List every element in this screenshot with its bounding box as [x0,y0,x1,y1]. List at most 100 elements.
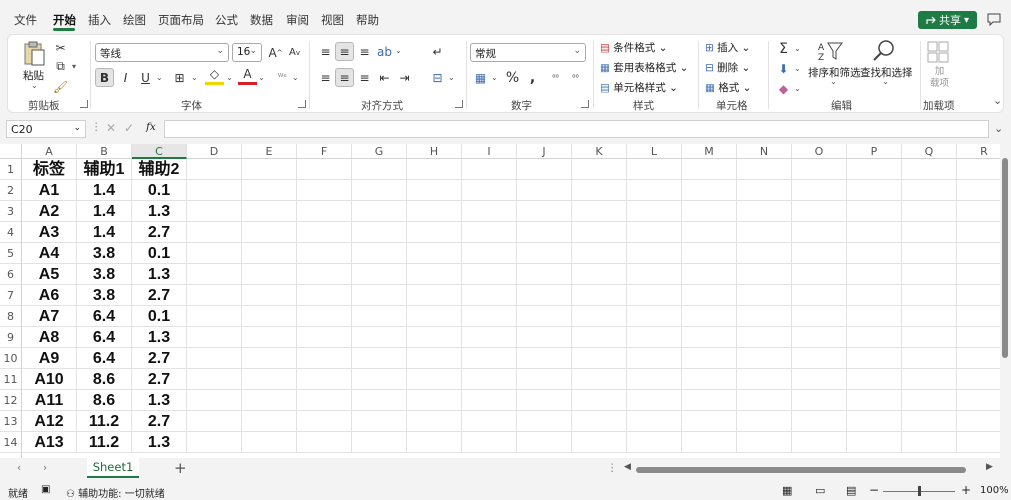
cell-l9[interactable] [627,327,682,348]
normal-view-icon[interactable]: ▦ [782,484,792,497]
cell-p14[interactable] [847,432,902,453]
cell-q10[interactable] [902,348,957,369]
column-header-f[interactable]: F [297,144,352,159]
tab-draw[interactable]: 绘图 [123,12,146,28]
collapse-ribbon-icon[interactable]: ⌄ [993,94,1002,107]
cell-i1[interactable] [462,159,517,180]
cell-o12[interactable] [792,390,847,411]
cell-f14[interactable] [297,432,352,453]
cell-h7[interactable] [407,285,462,306]
cell-c10[interactable]: 2.7 [132,348,187,369]
sort-filter-icon[interactable]: AZ [818,40,844,62]
cell-g14[interactable] [352,432,407,453]
cell-l12[interactable] [627,390,682,411]
font-size-select[interactable]: 16 ⌄ [232,43,262,62]
cell-o6[interactable] [792,264,847,285]
cell-d4[interactable] [187,222,242,243]
increase-decimal-icon[interactable]: ⁰⁰ [546,68,565,87]
align-bottom-icon[interactable]: ≡ [355,42,374,61]
cell-h10[interactable] [407,348,462,369]
confirm-icon[interactable]: ✓ [124,121,134,135]
wrap-text-icon[interactable]: ↵ [428,42,447,61]
cell-b5[interactable]: 3.8 [77,243,132,264]
cell-h3[interactable] [407,201,462,222]
cell-d1[interactable] [187,159,242,180]
cell-i3[interactable] [462,201,517,222]
cell-k6[interactable] [572,264,627,285]
conditional-format-button[interactable]: ▤ 条件格式 ⌄ [600,40,667,55]
format-painter-icon[interactable]: 🖌 [51,77,70,96]
cell-k2[interactable] [572,180,627,201]
cell-j7[interactable] [517,285,572,306]
cell-i7[interactable] [462,285,517,306]
cell-c1[interactable]: 辅助2 [132,159,187,180]
more-icon[interactable]: ⋮ [91,121,102,133]
cell-k4[interactable] [572,222,627,243]
comment-icon[interactable] [986,11,1002,27]
cell-e7[interactable] [242,285,297,306]
cell-q12[interactable] [902,390,957,411]
zoom-out-button[interactable]: − [869,483,879,497]
cell-m11[interactable] [682,369,737,390]
fill-icon[interactable]: ⬇ [774,59,793,78]
expand-formula-icon[interactable]: ⌄ [994,122,1003,135]
cell-g8[interactable] [352,306,407,327]
accounting-format-icon[interactable]: ▦ [471,68,490,87]
cell-o1[interactable] [792,159,847,180]
cell-o8[interactable] [792,306,847,327]
cell-k3[interactable] [572,201,627,222]
cell-f13[interactable] [297,411,352,432]
cell-g5[interactable] [352,243,407,264]
cell-d9[interactable] [187,327,242,348]
cell-m5[interactable] [682,243,737,264]
cell-c11[interactable]: 2.7 [132,369,187,390]
cell-h8[interactable] [407,306,462,327]
cell-a1[interactable]: 标签 [22,159,77,180]
cell-q1[interactable] [902,159,957,180]
cell-d7[interactable] [187,285,242,306]
more-options-icon[interactable]: ⋮ [607,462,618,474]
column-header-o[interactable]: O [792,144,847,159]
cell-m1[interactable] [682,159,737,180]
chevron-down-icon[interactable]: ⌄ [794,64,801,73]
cell-b7[interactable]: 3.8 [77,285,132,306]
chevron-down-icon[interactable]: ⌄ [882,77,889,86]
dialog-launcher-icon[interactable] [455,100,463,108]
cell-a6[interactable]: A5 [22,264,77,285]
column-header-q[interactable]: Q [902,144,957,159]
cell-k13[interactable] [572,411,627,432]
cell-k5[interactable] [572,243,627,264]
cell-n13[interactable] [737,411,792,432]
cell-d14[interactable] [187,432,242,453]
cell-a11[interactable]: A10 [22,369,77,390]
cell-m4[interactable] [682,222,737,243]
cell-c9[interactable]: 1.3 [132,327,187,348]
cell-o5[interactable] [792,243,847,264]
prev-sheet-icon[interactable]: ‹ [17,462,21,474]
cell-a7[interactable]: A6 [22,285,77,306]
zoom-slider-thumb[interactable] [918,486,921,496]
cell-p3[interactable] [847,201,902,222]
cell-m10[interactable] [682,348,737,369]
row-header[interactable]: 2 [0,180,22,201]
cell-e11[interactable] [242,369,297,390]
cell-q13[interactable] [902,411,957,432]
addins-icon[interactable] [926,40,950,64]
cell-l11[interactable] [627,369,682,390]
cell-n4[interactable] [737,222,792,243]
cell-f8[interactable] [297,306,352,327]
italic-button[interactable]: I [116,68,135,87]
horizontal-scroll-thumb[interactable] [636,467,966,473]
tab-page-layout[interactable]: 页面布局 [158,12,204,28]
cell-r13[interactable] [957,411,1000,432]
cell-f1[interactable] [297,159,352,180]
decrease-decimal-icon[interactable]: ⁰⁰ [566,68,585,87]
bold-button[interactable]: B [95,68,114,87]
cell-a10[interactable]: A9 [22,348,77,369]
cell-r14[interactable] [957,432,1000,453]
cell-d5[interactable] [187,243,242,264]
cell-d13[interactable] [187,411,242,432]
worksheet-grid[interactable]: A B C D E F G H I J K L M N O P Q R 1 标签 辅助1 辅助2 2 A1 1.4 0.1 3 A2 1… [0,144,1000,458]
cell-b12[interactable]: 8.6 [77,390,132,411]
cell-g6[interactable] [352,264,407,285]
